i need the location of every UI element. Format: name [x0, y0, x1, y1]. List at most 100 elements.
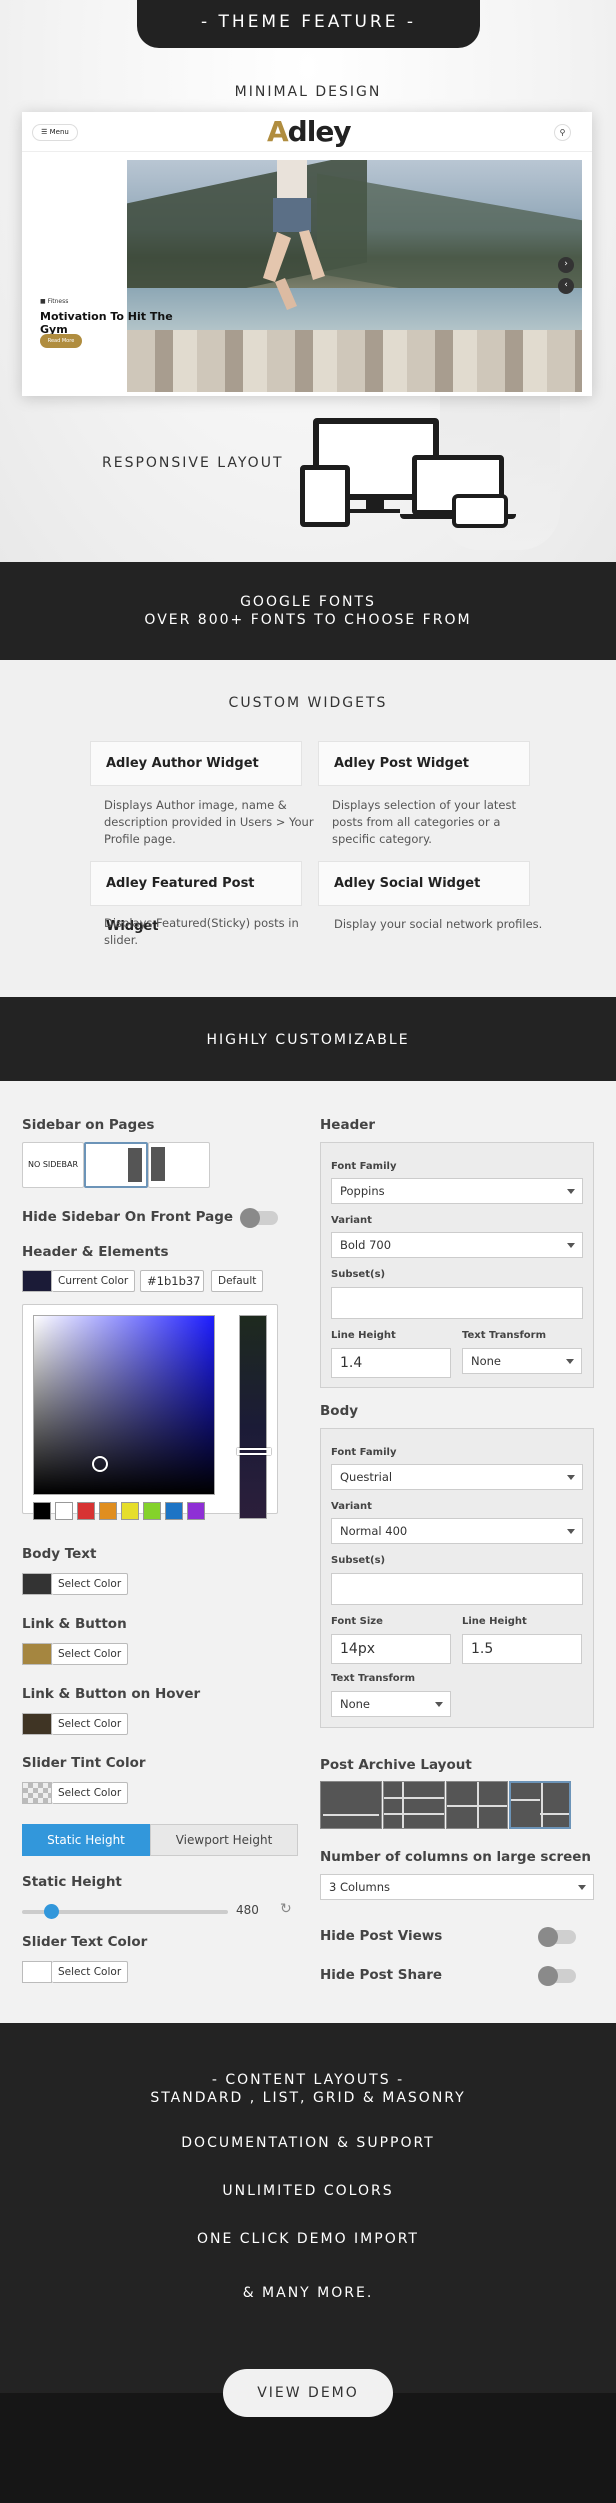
feature-item: & MANY MORE. [242, 2285, 374, 2301]
slider-text-select-color[interactable]: Select Color [52, 1961, 129, 1983]
header-elements-label: Header & Elements [22, 1244, 169, 1260]
view-demo-button[interactable]: VIEW DEMO [223, 2369, 393, 2417]
read-more-button[interactable]: Read More [40, 334, 82, 348]
columns-label: Number of columns on large screen [320, 1849, 592, 1865]
phone-icon [452, 494, 508, 528]
slider-tint-swatch[interactable] [22, 1782, 52, 1804]
hide-sidebar-front-toggle[interactable] [240, 1208, 278, 1228]
slider-text-swatch[interactable] [22, 1961, 52, 1983]
customizer-section: Sidebar on Pages NO SIDEBAR Hide Sidebar… [0, 1081, 616, 2023]
color-picker [22, 1304, 278, 1520]
body-text-swatch[interactable] [22, 1573, 52, 1595]
subsets-label: Subset(s) [331, 1269, 386, 1280]
slider-tint-select-color[interactable]: Select Color [52, 1782, 129, 1804]
sidebar-on-pages-label: Sidebar on Pages [22, 1117, 155, 1133]
color-hex-input[interactable]: #1b1b37 [140, 1270, 204, 1292]
variant-label: Variant [331, 1215, 372, 1226]
text-transform-label: Text Transform [331, 1673, 416, 1684]
content-layouts-title: - CONTENT LAYOUTS - [211, 2072, 405, 2088]
header-subsets-input[interactable] [331, 1287, 583, 1319]
theme-mockup: ☰ Menu Adley ⚲ › ‹ ■ Fitness Motivation … [22, 112, 592, 396]
layout-masonry-option[interactable] [509, 1781, 571, 1829]
hide-post-views-toggle[interactable] [538, 1927, 576, 1947]
slider-handle[interactable] [43, 1904, 59, 1919]
search-icon[interactable]: ⚲ [554, 124, 571, 141]
widget-desc-social: Display your social network profiles. [334, 917, 543, 931]
static-height-button[interactable]: Static Height [22, 1824, 150, 1856]
link-button-hover-swatch[interactable] [22, 1713, 52, 1735]
layout-list-option[interactable] [383, 1781, 445, 1829]
link-button-swatch[interactable] [22, 1643, 52, 1665]
header-color-swatch[interactable] [22, 1270, 52, 1292]
adley-logo: Adley [267, 115, 352, 148]
static-height-slider[interactable] [22, 1904, 228, 1919]
body-text-label: Body Text [22, 1546, 97, 1562]
body-font-select[interactable]: Questrial [331, 1464, 583, 1490]
hue-slider[interactable] [237, 1315, 271, 1519]
current-color-button[interactable]: Current Color [52, 1270, 136, 1292]
hide-sidebar-front-label: Hide Sidebar On Front Page [22, 1209, 234, 1225]
slider-text-color-label: Slider Text Color [22, 1934, 148, 1950]
reset-icon[interactable]: ↻ [280, 1901, 292, 1917]
palette-swatch[interactable] [143, 1502, 161, 1520]
feature-item: UNLIMITED COLORS [222, 2183, 394, 2199]
link-button-select-color[interactable]: Select Color [52, 1643, 129, 1665]
hue-slider-handle[interactable] [237, 1448, 271, 1455]
body-variant-select[interactable]: Normal 400 [331, 1518, 583, 1544]
header-font-select[interactable]: Poppins [331, 1178, 583, 1204]
line-height-label: Line Height [462, 1616, 527, 1627]
palette-swatch[interactable] [187, 1502, 205, 1520]
post-title: Motivation To Hit The Gym [40, 310, 173, 336]
variant-label: Variant [331, 1501, 372, 1512]
font-family-label: Font Family [331, 1161, 397, 1172]
body-transform-select[interactable]: None [331, 1691, 451, 1717]
menu-button[interactable]: ☰ Menu [32, 124, 78, 141]
google-fonts-subtitle: OVER 800+ FONTS TO CHOOSE FROM [144, 612, 472, 628]
text-transform-label: Text Transform [462, 1330, 547, 1341]
custom-widgets-section: CUSTOM WIDGETS Adley Author Widget Displ… [0, 660, 616, 997]
hide-post-share-label: Hide Post Share [320, 1967, 443, 1983]
layout-right-sidebar-option[interactable] [84, 1142, 148, 1188]
palette-swatch[interactable] [165, 1502, 183, 1520]
feature-item: DOCUMENTATION & SUPPORT [181, 2135, 435, 2151]
slider-tint-label: Slider Tint Color [22, 1755, 146, 1771]
body-font-size-input[interactable]: 14px [331, 1634, 451, 1664]
hide-post-share-toggle[interactable] [538, 1966, 576, 1986]
palette-swatch[interactable] [99, 1502, 117, 1520]
next-arrow-icon[interactable]: › [558, 257, 574, 273]
link-button-label: Link & Button [22, 1616, 127, 1632]
google-fonts-section: GOOGLE FONTS OVER 800+ FONTS TO CHOOSE F… [0, 562, 616, 660]
palette-swatch[interactable] [33, 1502, 51, 1520]
body-typography-panel: Font Family Questrial Variant Normal 400… [320, 1428, 594, 1728]
body-subsets-input[interactable] [331, 1573, 583, 1605]
header-line-height-input[interactable]: 1.4 [331, 1348, 451, 1378]
link-button-hover-label: Link & Button on Hover [22, 1686, 201, 1702]
theme-feature-banner: - THEME FEATURE - [137, 0, 480, 48]
palette-swatch[interactable] [55, 1502, 73, 1520]
header-transform-select[interactable]: None [462, 1348, 582, 1374]
color-saturation-area[interactable] [33, 1315, 215, 1495]
palette-swatch[interactable] [77, 1502, 95, 1520]
layout-grid-option[interactable] [446, 1781, 508, 1829]
post-archive-layout-label: Post Archive Layout [320, 1757, 472, 1773]
palette-swatch[interactable] [121, 1502, 139, 1520]
columns-select[interactable]: 3 Columns [320, 1874, 594, 1900]
layout-no-sidebar-option[interactable]: NO SIDEBAR [22, 1142, 84, 1188]
viewport-height-button[interactable]: Viewport Height [150, 1824, 298, 1856]
static-height-label: Static Height [22, 1874, 122, 1890]
prev-arrow-icon[interactable]: ‹ [558, 278, 574, 294]
post-category: ■ Fitness [40, 298, 69, 305]
header-typography-panel: Font Family Poppins Variant Bold 700 Sub… [320, 1142, 594, 1388]
color-picker-handle[interactable] [92, 1456, 108, 1472]
link-button-hover-select-color[interactable]: Select Color [52, 1713, 129, 1735]
body-text-select-color[interactable]: Select Color [52, 1573, 129, 1595]
header-variant-select[interactable]: Bold 700 [331, 1232, 583, 1258]
tablet-icon [300, 465, 350, 527]
default-color-button[interactable]: Default [211, 1270, 264, 1292]
body-line-height-input[interactable]: 1.5 [462, 1634, 582, 1664]
color-palette [33, 1502, 233, 1520]
layout-left-sidebar-option[interactable] [148, 1142, 210, 1188]
layout-standard-option[interactable] [320, 1781, 382, 1829]
font-size-label: Font Size [331, 1616, 383, 1627]
subsets-label: Subset(s) [331, 1555, 386, 1566]
